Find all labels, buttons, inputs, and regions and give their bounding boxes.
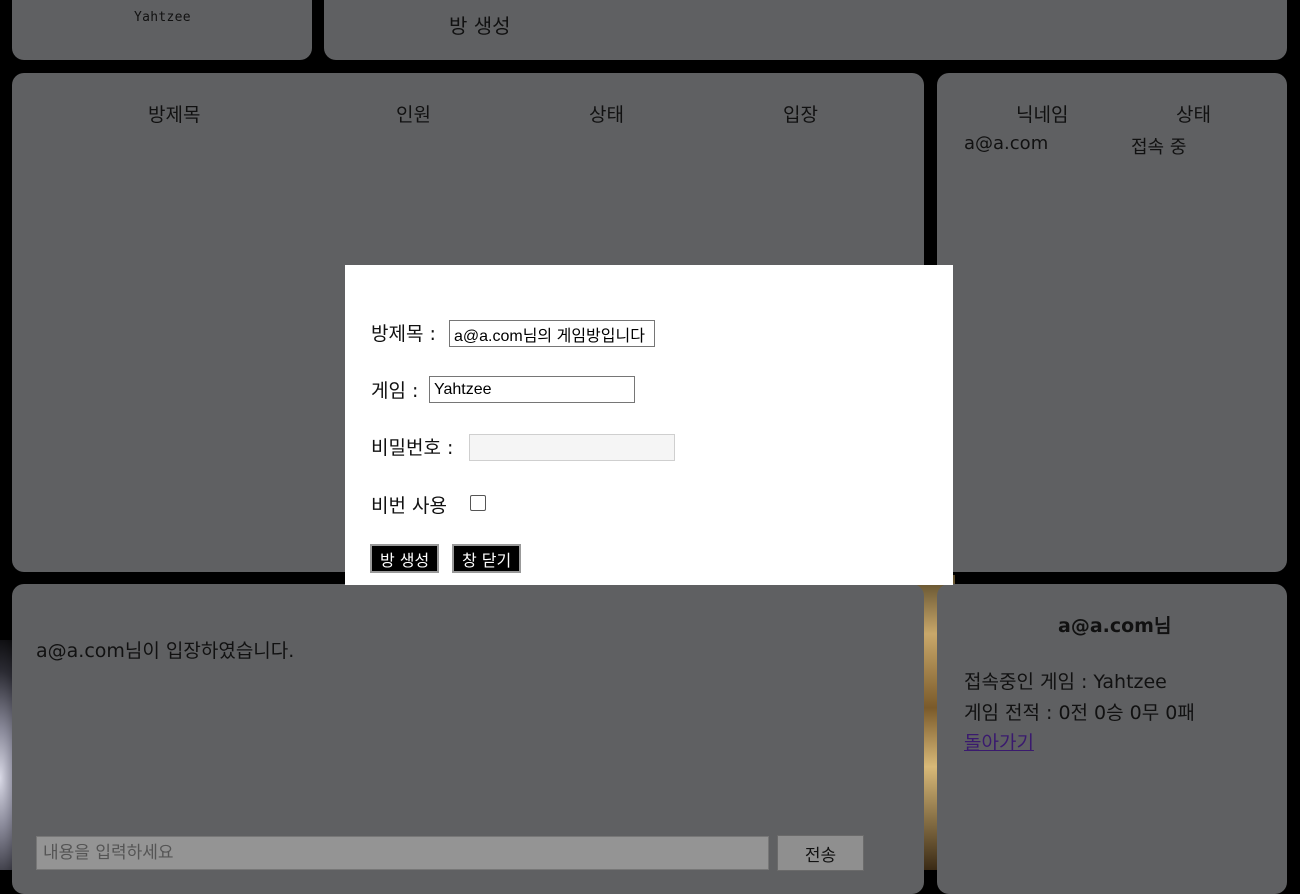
send-button[interactable]: 전송 [777, 835, 864, 871]
password-label: 비밀번호 : [371, 437, 454, 459]
game-record: 게임 전적 : 0전 0승 0무 0패 [964, 702, 1195, 724]
create-room-button[interactable]: 방 생성 [370, 544, 440, 573]
game-label: 게임 : [371, 380, 419, 402]
password-input[interactable] [469, 434, 675, 461]
use-password-label: 비번 사용 [371, 495, 447, 517]
room-title-input[interactable] [449, 320, 655, 347]
game-input[interactable] [429, 376, 635, 403]
chat-input[interactable] [36, 836, 769, 870]
chat-message: a@a.com님이 입장하였습니다. [36, 640, 295, 662]
create-room-link[interactable]: 방 생성 [449, 10, 511, 39]
room-status-header: 상태 [589, 104, 624, 126]
room-enter-header: 입장 [783, 104, 818, 126]
nickname-header: 닉네임 [1016, 104, 1069, 126]
room-title-label: 방제목 : [371, 323, 436, 345]
logo: Yahtzee [134, 10, 191, 25]
close-modal-button[interactable]: 창 닫기 [452, 544, 522, 573]
room-members-header: 인원 [396, 104, 431, 126]
profile-name: a@a.com님 [1058, 615, 1172, 637]
create-room-modal: 방제목 : 게임 : 비밀번호 : 비번 사용 방 생성 창 닫기 [345, 265, 953, 585]
user-nickname: a@a.com [964, 133, 1049, 154]
use-password-checkbox[interactable] [470, 495, 486, 511]
user-status: 접속 중 [1131, 137, 1187, 158]
back-link[interactable]: 돌아가기 [964, 728, 1034, 755]
current-game: 접속중인 게임 : Yahtzee [964, 671, 1167, 693]
logo-panel [12, 0, 312, 60]
room-title-header: 방제목 [148, 104, 201, 126]
status-header: 상태 [1176, 104, 1211, 126]
